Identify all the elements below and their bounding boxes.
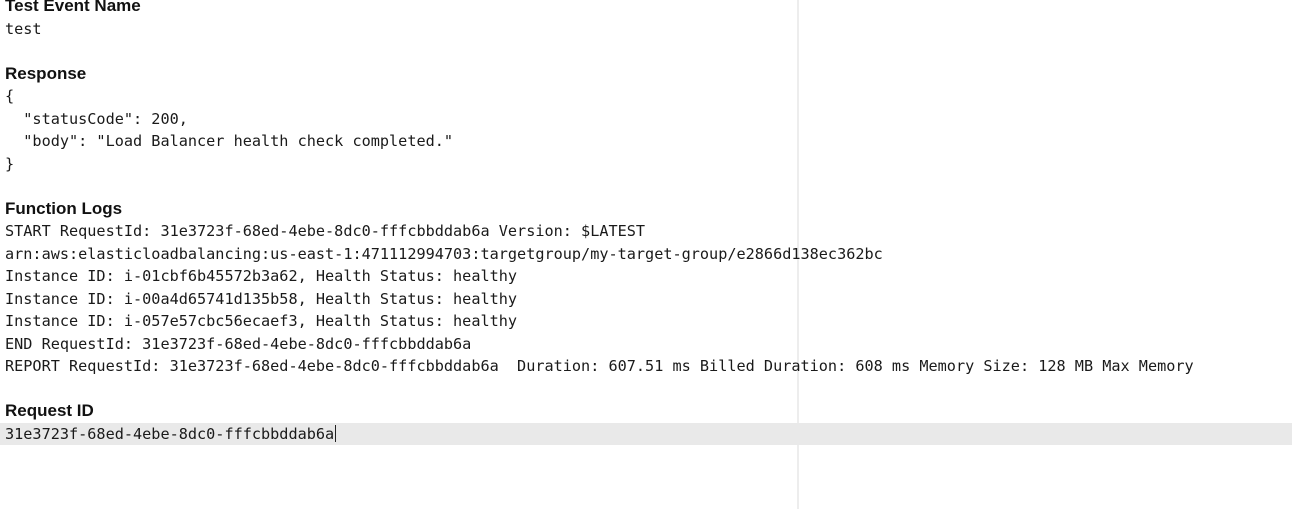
request-id-value[interactable]: 31e3723f-68ed-4ebe-8dc0-fffcbbddab6a	[5, 423, 337, 446]
response-line: }	[5, 154, 15, 173]
test-event-section: Test Event Name test	[5, 0, 1292, 41]
function-logs-body[interactable]: START RequestId: 31e3723f-68ed-4ebe-8dc0…	[5, 220, 1292, 378]
response-body[interactable]: { "statusCode": 200, "body": "Load Balan…	[5, 85, 1292, 175]
log-line: arn:aws:elasticloadbalancing:us-east-1:4…	[5, 244, 883, 263]
test-event-heading: Test Event Name	[5, 0, 141, 15]
execution-result-panel: Test Event Name test Response { "statusC…	[0, 0, 1292, 509]
log-line: START RequestId: 31e3723f-68ed-4ebe-8dc0…	[5, 222, 646, 240]
log-line: Instance ID: i-00a4d65741d135b58, Health…	[5, 289, 518, 308]
request-id-section: Request ID	[5, 401, 1292, 421]
response-line: {	[5, 87, 15, 105]
log-line: Instance ID: i-057e57cbc56ecaef3, Health…	[5, 312, 518, 330]
request-id-text: 31e3723f-68ed-4ebe-8dc0-fffcbbddab6a	[5, 425, 335, 443]
response-line: "statusCode": 200,	[5, 109, 188, 128]
log-line: REPORT RequestId: 31e3723f-68ed-4ebe-8dc…	[5, 357, 1194, 375]
function-logs-section: Function Logs START RequestId: 31e3723f-…	[5, 199, 1292, 378]
request-id-heading: Request ID	[5, 401, 94, 420]
log-line: Instance ID: i-01cbf6b45572b3a62, Health…	[5, 267, 518, 285]
log-line: END RequestId: 31e3723f-68ed-4ebe-8dc0-f…	[5, 334, 472, 353]
response-section: Response { "statusCode": 200, "body": "L…	[5, 64, 1292, 175]
text-cursor	[335, 425, 337, 442]
response-heading: Response	[5, 64, 87, 83]
response-line: "body": "Load Balancer health check comp…	[5, 132, 454, 150]
function-logs-heading: Function Logs	[5, 199, 123, 218]
test-event-value[interactable]: test	[5, 18, 1292, 41]
request-id-row[interactable]: 31e3723f-68ed-4ebe-8dc0-fffcbbddab6a	[0, 423, 1292, 445]
